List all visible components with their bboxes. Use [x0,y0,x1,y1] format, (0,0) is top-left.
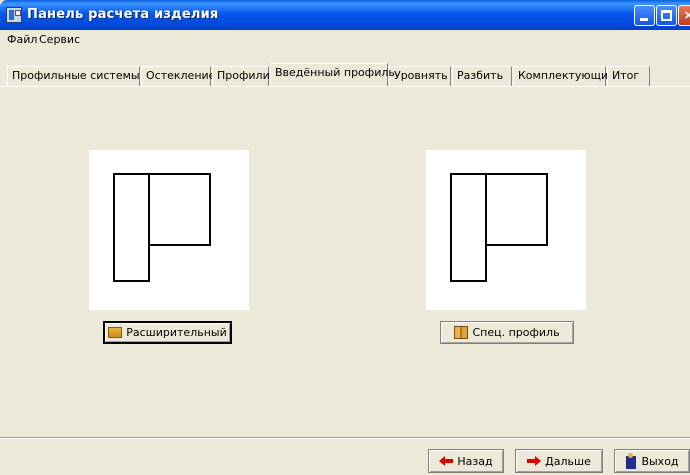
tab-accessories[interactable]: Комплектующие [513,66,615,86]
door-exit-icon [625,453,637,469]
book-icon [454,326,469,339]
tab-strip: Профильные системы Остекление Профили Вв… [0,63,690,86]
exit-button[interactable]: Выход [614,449,690,473]
special-profile-button[interactable]: Спец. профиль [440,321,574,344]
minimize-icon [640,18,648,21]
menu-bar: Файл Сервис [0,30,690,47]
special-profile-preview [426,150,586,310]
back-button[interactable]: Назад [428,449,504,473]
next-label: Дальше [545,454,591,468]
tab-profile-systems[interactable]: Профильные системы [7,66,140,86]
menu-service[interactable]: Сервис [39,33,80,46]
maximize-icon [661,10,672,21]
menu-file[interactable]: Файл [7,33,37,46]
back-label: Назад [457,454,493,468]
tab-entered-profile[interactable]: Введённый профиль [270,63,395,86]
tab-total[interactable]: Итог [607,66,650,86]
arrow-right-icon [527,456,542,466]
expansion-profile-button[interactable]: Расширительный [103,321,232,344]
expansion-profile-drawing [113,173,211,282]
close-button[interactable]: × [678,5,690,26]
maximize-button[interactable] [656,5,677,26]
arrow-left-icon [439,456,454,466]
expansion-profile-label: Расширительный [126,326,227,339]
expansion-profile-preview [89,150,249,310]
special-profile-drawing [450,173,548,282]
next-button[interactable]: Дальше [515,449,603,473]
minimize-button[interactable] [634,5,655,26]
tab-profiles[interactable]: Профили [212,66,270,86]
title-bar[interactable]: Панель расчета изделия × [0,0,690,30]
window-title: Панель расчета изделия [27,7,219,22]
exit-label: Выход [641,454,679,468]
box-icon [108,327,123,338]
tab-glazing[interactable]: Остекление [141,66,215,86]
bottom-divider [0,437,690,439]
close-icon: × [683,8,690,22]
special-profile-label: Спец. профиль [472,326,560,339]
tab-split[interactable]: Разбить [452,66,512,86]
tab-level[interactable]: Уровнять [389,66,451,86]
app-icon [6,7,22,23]
